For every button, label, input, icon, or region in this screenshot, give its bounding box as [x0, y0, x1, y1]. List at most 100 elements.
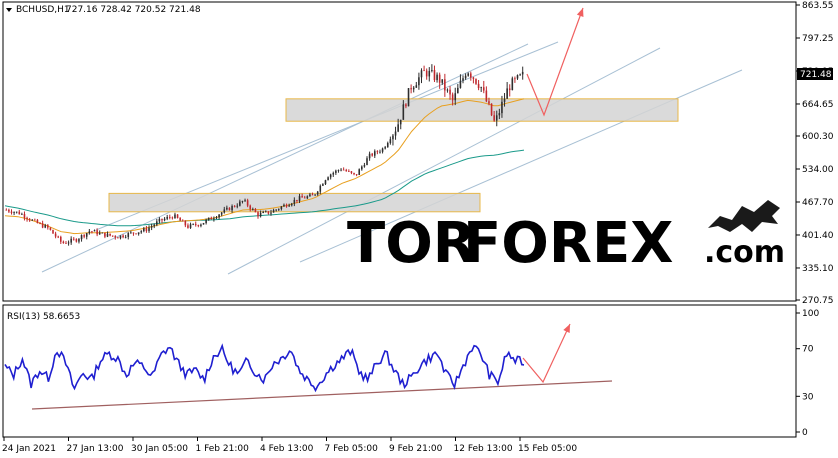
- candle-body: [75, 239, 78, 242]
- candle-body: [10, 211, 13, 213]
- candle-body: [236, 205, 239, 207]
- candle-body: [329, 174, 332, 178]
- candle-body: [153, 224, 156, 227]
- candle-body: [506, 88, 508, 99]
- x-tick-label: 24 Jan 2021: [2, 444, 56, 454]
- candle-body: [514, 78, 516, 80]
- candle-body: [41, 223, 44, 228]
- candle-body: [143, 228, 145, 232]
- candle-body: [127, 233, 130, 237]
- candle-body: [8, 209, 10, 212]
- candle-body: [98, 232, 101, 235]
- candle-body: [319, 185, 322, 192]
- x-tick-label: 4 Feb 13:00: [260, 444, 314, 454]
- candle-body: [355, 174, 358, 175]
- price-chart[interactable]: TOR FOREX .com 863.55797.25730.95664.656…: [0, 0, 838, 458]
- candle-body: [373, 151, 376, 156]
- ohlc-values: 727.16 728.42 720.52 721.48: [66, 5, 201, 15]
- candle-body: [337, 170, 340, 171]
- candle-body: [410, 88, 412, 90]
- candle-body: [301, 196, 303, 198]
- candle-body: [148, 227, 150, 232]
- candle-body: [93, 230, 96, 232]
- candle-body: [54, 233, 57, 237]
- candle-body: [207, 217, 210, 220]
- candle-body: [508, 88, 511, 91]
- candle-body: [220, 212, 223, 215]
- candle-body: [200, 224, 202, 226]
- candle-body: [412, 87, 415, 90]
- candle-body: [257, 212, 259, 217]
- candle-body: [495, 115, 498, 121]
- candle-body: [161, 218, 163, 221]
- candle-body: [192, 223, 194, 225]
- candle-body: [226, 207, 228, 210]
- logo-forex: FOREX: [463, 211, 673, 276]
- candle-body: [451, 94, 454, 101]
- candle-body: [39, 223, 41, 224]
- candle-body: [521, 71, 524, 75]
- candle-body: [379, 151, 381, 153]
- candle-body: [381, 148, 384, 152]
- candle-body: [503, 98, 506, 102]
- candle-body: [415, 85, 418, 88]
- candle-body: [187, 225, 189, 228]
- candle-body: [145, 228, 148, 232]
- candle-body: [244, 200, 246, 202]
- candle-body: [205, 219, 207, 224]
- candle-body: [480, 87, 482, 89]
- candle-body: [285, 204, 288, 207]
- candle-body: [96, 230, 98, 235]
- candle-body: [163, 218, 166, 221]
- candle-body: [80, 235, 83, 240]
- candle-body: [490, 103, 493, 116]
- y-tick-label: 335.10: [802, 264, 834, 274]
- candle-body: [275, 209, 277, 211]
- y-tick-label: 270.75: [802, 296, 834, 306]
- logo-com: .com: [704, 235, 785, 270]
- candle-body: [363, 165, 366, 167]
- candle-body: [386, 143, 389, 148]
- candle-body: [109, 233, 111, 236]
- candle-body: [137, 232, 140, 235]
- candle-body: [23, 213, 26, 218]
- candle-body: [106, 233, 109, 237]
- candle-body: [117, 237, 119, 239]
- candle-body: [158, 218, 161, 222]
- candle-body: [18, 211, 21, 215]
- candle-body: [111, 235, 114, 237]
- candle-body: [259, 212, 262, 217]
- candle-body: [423, 70, 425, 72]
- candle-body: [21, 213, 23, 215]
- candle-body: [28, 219, 31, 221]
- candle-body: [13, 212, 15, 213]
- candle-body: [264, 211, 267, 213]
- rsi-tick-label: 30: [802, 392, 814, 402]
- candle-body: [210, 217, 213, 220]
- candle-body: [181, 220, 184, 222]
- x-tick-label: 7 Feb 05:00: [325, 444, 379, 454]
- x-tick-label: 12 Feb 13:00: [454, 444, 513, 454]
- candle-body: [270, 212, 272, 214]
- candle-body: [459, 80, 462, 88]
- candle-body: [475, 78, 477, 84]
- candle-body: [399, 119, 402, 125]
- candle-body: [70, 238, 72, 243]
- candle-body: [252, 208, 254, 210]
- candle-body: [519, 74, 521, 76]
- candle-body: [88, 231, 91, 234]
- candle-body: [57, 236, 59, 238]
- rsi-tick-label: 100: [802, 309, 819, 319]
- candle-body: [303, 197, 306, 199]
- candle-body: [425, 70, 428, 77]
- candle-body: [397, 124, 399, 132]
- candle-body: [132, 232, 135, 234]
- candle-body: [290, 203, 293, 206]
- candle-body: [189, 224, 192, 228]
- candle-body: [65, 243, 67, 244]
- candle-body: [179, 217, 181, 221]
- candle-body: [449, 89, 451, 95]
- candle-body: [59, 236, 62, 242]
- candle-body: [358, 169, 361, 175]
- candle-body: [431, 70, 433, 71]
